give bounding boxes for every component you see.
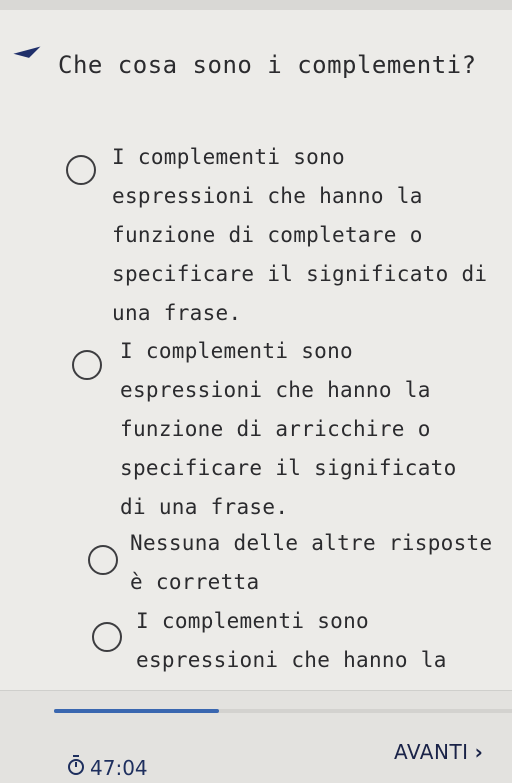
answer-option-label: Nessuna delle altre risposte è corretta (130, 531, 493, 594)
footer-bar: 47:04 AVANTI › (0, 690, 512, 783)
answer-option-label: I complementi sono espressioni che hanno… (136, 609, 447, 672)
timer-value: 47:04 (90, 756, 148, 780)
flag-icon (13, 46, 43, 62)
answer-option-label: I complementi sono espressioni che hanno… (120, 339, 457, 519)
radio-button[interactable] (66, 155, 96, 185)
progress-fill (54, 709, 219, 713)
radio-button[interactable] (72, 350, 102, 380)
answer-option-label: I complementi sono espressioni che hanno… (112, 145, 488, 325)
next-button-label: AVANTI (394, 740, 469, 764)
top-border (0, 0, 512, 10)
timer: 47:04 (68, 755, 148, 780)
question-text: Che cosa sono i complementi? (58, 51, 477, 79)
radio-button[interactable] (88, 545, 118, 575)
question-card: Che cosa sono i complementi? I complemen… (0, 10, 512, 715)
radio-button[interactable] (92, 622, 122, 652)
chevron-right-icon: › (474, 740, 484, 764)
stopwatch-icon (68, 755, 84, 780)
next-button[interactable]: AVANTI › (394, 735, 512, 769)
progress-bar (54, 709, 512, 713)
